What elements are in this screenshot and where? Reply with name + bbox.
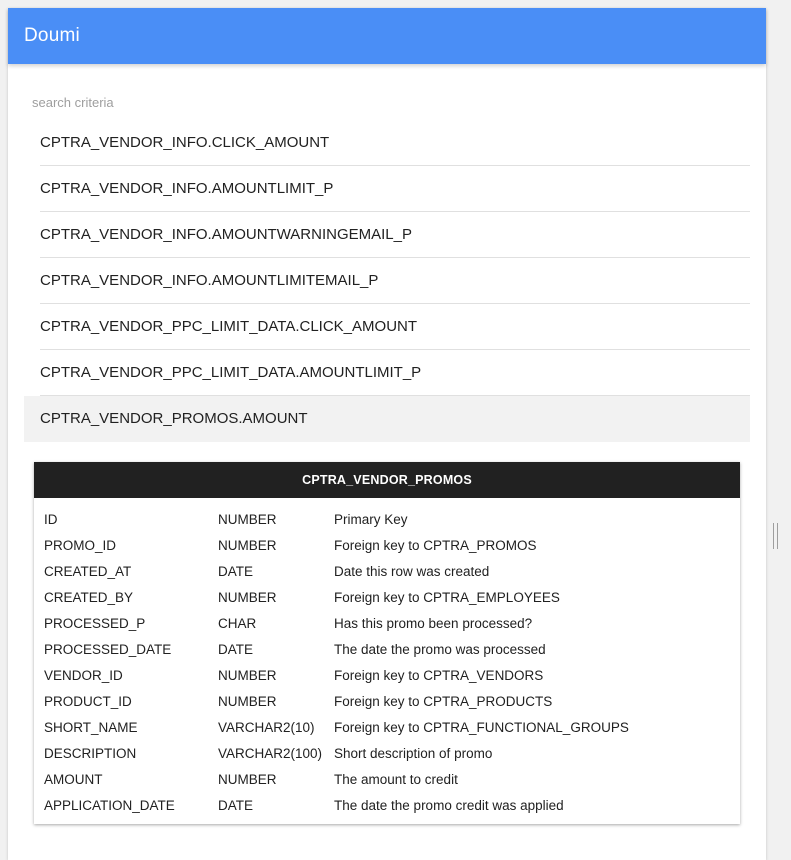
- column-type: CHAR: [218, 616, 257, 631]
- column-type: NUMBER: [218, 668, 277, 683]
- result-item[interactable]: CPTRA_VENDOR_INFO.AMOUNTLIMIT_P: [24, 166, 750, 212]
- result-item[interactable]: CPTRA_VENDOR_INFO.AMOUNTWARNINGEMAIL_P: [24, 212, 750, 258]
- search-input[interactable]: [32, 92, 632, 112]
- resize-handle-icon[interactable]: [773, 523, 779, 549]
- table-row: CREATED_AT DATE Date this row was create…: [34, 559, 740, 585]
- column-description: The date the promo credit was applied: [334, 798, 564, 813]
- column-type: VARCHAR2(100): [218, 746, 323, 761]
- column-type: NUMBER: [218, 772, 277, 787]
- column-type: NUMBER: [218, 512, 277, 527]
- column-description: Primary Key: [334, 512, 408, 527]
- result-item[interactable]: CPTRA_VENDOR_INFO.CLICK_AMOUNT: [24, 120, 750, 166]
- table-row: SHORT_NAME VARCHAR2(10) Foreign key to C…: [34, 715, 740, 741]
- column-name: AMOUNT: [44, 772, 103, 787]
- column-type: DATE: [218, 798, 254, 813]
- table-name-header: CPTRA_VENDOR_PROMOS: [34, 462, 740, 498]
- result-item-label: CPTRA_VENDOR_PPC_LIMIT_DATA.CLICK_AMOUNT: [40, 318, 418, 335]
- column-type: NUMBER: [218, 538, 277, 553]
- result-item-label: CPTRA_VENDOR_PROMOS.AMOUNT: [40, 410, 308, 427]
- column-name: CREATED_BY: [44, 590, 134, 605]
- table-columns: ID NUMBER Primary Key PROMO_ID NUMBER Fo…: [34, 507, 740, 819]
- result-item[interactable]: CPTRA_VENDOR_PPC_LIMIT_DATA.AMOUNTLIMIT_…: [24, 350, 750, 396]
- column-name: DESCRIPTION: [44, 746, 137, 761]
- column-description: Foreign key to CPTRA_VENDORS: [334, 668, 544, 683]
- column-description: Foreign key to CPTRA_PRODUCTS: [334, 694, 553, 709]
- table-row: PROMO_ID NUMBER Foreign key to CPTRA_PRO…: [34, 533, 740, 559]
- result-item[interactable]: CPTRA_VENDOR_PPC_LIMIT_DATA.CLICK_AMOUNT: [24, 304, 750, 350]
- table-row: APPLICATION_DATE DATE The date the promo…: [34, 793, 740, 819]
- column-type: VARCHAR2(10): [218, 720, 315, 735]
- table-row: PROCESSED_DATE DATE The date the promo w…: [34, 637, 740, 663]
- table-row: PROCESSED_P CHAR Has this promo been pro…: [34, 611, 740, 637]
- column-type: DATE: [218, 642, 254, 657]
- column-name: CREATED_AT: [44, 564, 132, 579]
- column-description: Short description of promo: [334, 746, 493, 761]
- table-row: AMOUNT NUMBER The amount to credit: [34, 767, 740, 793]
- column-name: PROCESSED_P: [44, 616, 146, 631]
- table-row: PRODUCT_ID NUMBER Foreign key to CPTRA_P…: [34, 689, 740, 715]
- table-row: CREATED_BY NUMBER Foreign key to CPTRA_E…: [34, 585, 740, 611]
- column-description: The date the promo was processed: [334, 642, 546, 657]
- column-name: APPLICATION_DATE: [44, 798, 175, 813]
- column-name: PRODUCT_ID: [44, 694, 132, 709]
- column-description: Date this row was created: [334, 564, 490, 579]
- table-row: DESCRIPTION VARCHAR2(100) Short descript…: [34, 741, 740, 767]
- table-row: VENDOR_ID NUMBER Foreign key to CPTRA_VE…: [34, 663, 740, 689]
- column-type: DATE: [218, 564, 254, 579]
- result-item-label: CPTRA_VENDOR_INFO.AMOUNTLIMITEMAIL_P: [40, 272, 379, 289]
- main-panel: Doumi CPTRA_VENDOR_INFO.CLICK_AMOUNT CPT…: [8, 8, 766, 860]
- table-details-card: CPTRA_VENDOR_PROMOS ID NUMBER Primary Ke…: [34, 462, 740, 824]
- result-item-label: CPTRA_VENDOR_INFO.AMOUNTWARNINGEMAIL_P: [40, 226, 412, 243]
- column-type: NUMBER: [218, 590, 277, 605]
- column-name: SHORT_NAME: [44, 720, 138, 735]
- results-list: CPTRA_VENDOR_INFO.CLICK_AMOUNT CPTRA_VEN…: [24, 120, 750, 442]
- column-name: ID: [44, 512, 58, 527]
- column-name: VENDOR_ID: [44, 668, 123, 683]
- result-item[interactable]: CPTRA_VENDOR_INFO.AMOUNTLIMITEMAIL_P: [24, 258, 750, 304]
- result-item-label: CPTRA_VENDOR_INFO.CLICK_AMOUNT: [40, 134, 330, 151]
- column-description: The amount to credit: [334, 772, 458, 787]
- result-item-label: CPTRA_VENDOR_INFO.AMOUNTLIMIT_P: [40, 180, 334, 197]
- column-type: NUMBER: [218, 694, 277, 709]
- column-name: PROCESSED_DATE: [44, 642, 172, 657]
- app-title: Doumi: [24, 25, 80, 46]
- column-description: Foreign key to CPTRA_PROMOS: [334, 538, 537, 553]
- table-row: ID NUMBER Primary Key: [34, 507, 740, 533]
- column-description: Has this promo been processed?: [334, 616, 533, 631]
- column-description: Foreign key to CPTRA_FUNCTIONAL_GROUPS: [334, 720, 629, 735]
- app-bar: Doumi: [8, 8, 766, 64]
- column-description: Foreign key to CPTRA_EMPLOYEES: [334, 590, 560, 605]
- column-name: PROMO_ID: [44, 538, 117, 553]
- result-item-selected[interactable]: CPTRA_VENDOR_PROMOS.AMOUNT: [24, 396, 750, 442]
- result-item-label: CPTRA_VENDOR_PPC_LIMIT_DATA.AMOUNTLIMIT_…: [40, 364, 422, 381]
